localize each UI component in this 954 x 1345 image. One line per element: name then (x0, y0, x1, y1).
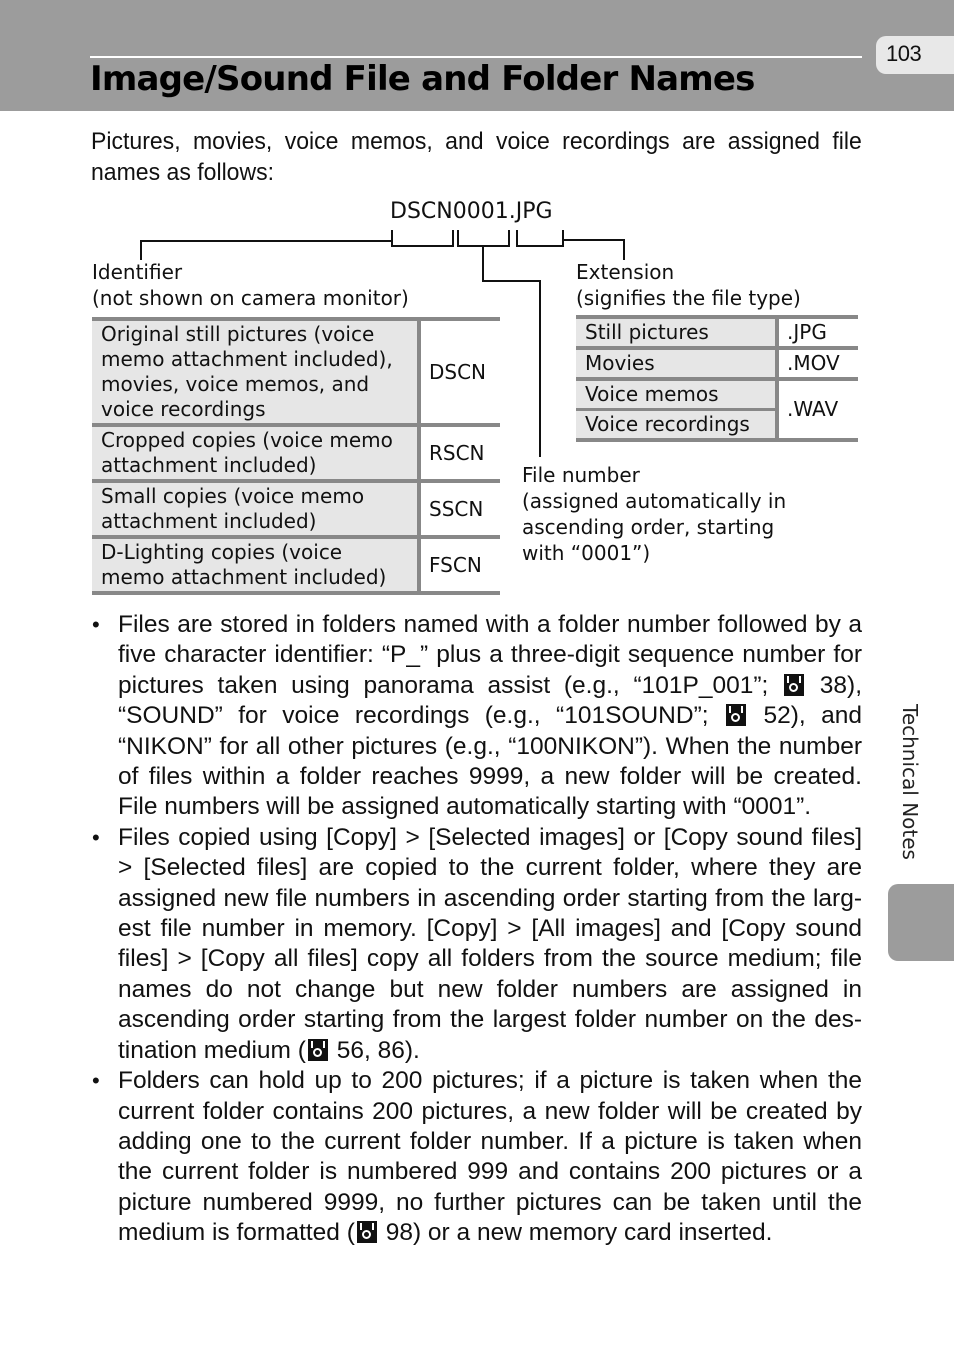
identifier-code: FSCN (429, 552, 482, 577)
extension-bracket-bottom (516, 245, 564, 247)
list-item: • Folders can hold up to 200 pictures; i… (90, 1066, 862, 1248)
bullet-icon: • (92, 1068, 100, 1094)
extension-description: Still pictures (576, 317, 779, 348)
extension-code: .JPG (787, 320, 827, 344)
identifier-bracket-right (452, 230, 454, 247)
extension-connector-v (623, 239, 625, 260)
identifier-description: Original still pictures (voice memo atta… (92, 319, 421, 425)
identifier-note: (not shown on camera monitor) (92, 286, 409, 310)
text-segment: Files are stored in folders named with a… (118, 611, 862, 699)
filename-diagram: DSCN0001.JPG Identifier (not shown on ca… (0, 0, 954, 600)
page-reference-icon (307, 1038, 328, 1061)
table-row: Still pictures .JPG (576, 317, 858, 348)
table-row: Small copies (voice memo attachment incl… (92, 481, 500, 537)
extension-description: Voice recordings (576, 409, 779, 440)
bullet-text: Folders can hold up to 200 pictures; if … (118, 1066, 862, 1248)
table-row: Cropped copies (voice memo attachment in… (92, 425, 500, 481)
bullet-icon: • (92, 824, 100, 850)
number-connector-v2 (539, 280, 541, 457)
page-reference-icon (726, 704, 746, 727)
text-segment: 98) or a new memory card inserted. (378, 1219, 773, 1247)
identifier-description: Small copies (voice memo attachment incl… (92, 481, 421, 537)
extension-description: Movies (576, 348, 779, 379)
identifier-table: Original still pictures (voice memo atta… (92, 317, 500, 595)
identifier-code: SSCN (429, 496, 484, 521)
extension-description: Voice memos (576, 379, 779, 410)
bullet-text: Files are stored in folders named with a… (118, 610, 862, 823)
notes-list: • Files are stored in folders named with… (90, 610, 862, 1249)
filename-example: DSCN0001.JPG (390, 199, 553, 224)
file-number-label: File number (522, 463, 640, 487)
table-row: Voice memos .WAV (576, 379, 858, 421)
page-reference-icon (784, 673, 805, 696)
identifier-description: Cropped copies (voice memo attachment in… (92, 425, 421, 481)
extension-code: .MOV (787, 351, 840, 375)
file-number-note-line: with “0001”) (522, 541, 651, 565)
page-reference-icon (356, 1221, 377, 1244)
number-bracket-right (508, 230, 510, 247)
list-item: • Files copied using [Copy] > [Selected … (90, 823, 862, 1066)
table-row: Original still pictures (voice memo atta… (92, 319, 500, 425)
identifier-code: DSCN (429, 359, 487, 384)
text-segment: 56, 86). (329, 1036, 420, 1064)
file-number-note-line: (assigned automatically in (522, 489, 787, 513)
section-side-label-text: Technical Notes (898, 704, 922, 860)
number-connector-v1 (482, 245, 484, 282)
table-row: D-Lighting copies (voice memo attachment… (92, 537, 500, 593)
text-segment: Files copied using [Copy] > [Selected im… (118, 823, 862, 1064)
bullet-icon: • (92, 612, 100, 637)
identifier-bracket-bottom (391, 245, 454, 247)
identifier-connector-v (140, 240, 142, 260)
bullet-text: Files copied using [Copy] > [Selected im… (118, 823, 862, 1066)
list-item: • Files are stored in folders named with… (90, 610, 862, 823)
extension-label: Extension (576, 260, 675, 284)
section-side-tab (888, 884, 954, 961)
identifier-label: Identifier (92, 260, 183, 284)
extension-code: .WAV (787, 397, 839, 421)
identifier-connector-h (140, 240, 392, 242)
file-number-note-line: ascending order, starting (522, 515, 775, 539)
extension-connector-h (562, 239, 625, 241)
extension-table: Still pictures .JPG Movies .MOV Voice me… (576, 315, 858, 442)
identifier-code: RSCN (429, 440, 485, 465)
extension-note: (signifies the file type) (576, 286, 801, 310)
table-row: Movies .MOV (576, 348, 858, 379)
section-side-label: Technical Notes (896, 704, 926, 874)
identifier-description: D-Lighting copies (voice memo attachment… (92, 537, 421, 593)
number-connector-h (482, 280, 541, 282)
